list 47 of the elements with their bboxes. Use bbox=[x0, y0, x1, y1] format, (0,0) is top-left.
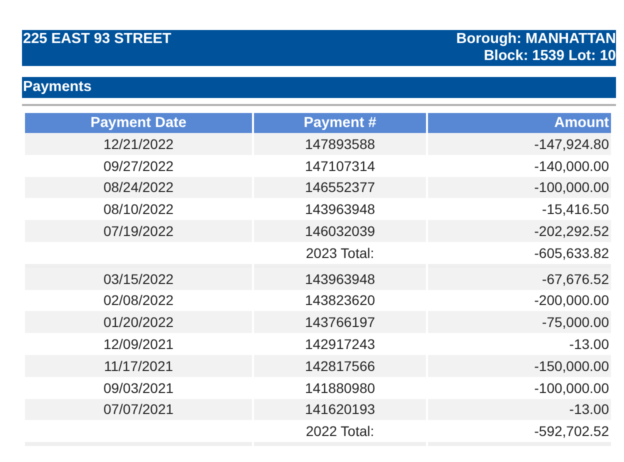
section-title: Payments bbox=[23, 79, 92, 95]
table-cell-text: 09/03/2021 bbox=[102, 378, 175, 398]
table-cell-text: -140,000.00 bbox=[533, 156, 610, 176]
table-cell: -100,000.00 bbox=[428, 176, 611, 198]
table-cell: 143963948 bbox=[254, 268, 426, 290]
table-cell: 07/07/2021 bbox=[25, 398, 252, 420]
table-cell: 08/24/2022 bbox=[25, 176, 252, 198]
table-cell-text: 08/10/2022 bbox=[102, 200, 175, 220]
table-cell: -147,924.80 bbox=[428, 133, 611, 155]
total-amount: -605,633.82 bbox=[533, 244, 610, 263]
table-cell: 07/19/2022 bbox=[25, 220, 252, 242]
table-cell: 146552377 bbox=[254, 176, 426, 198]
table-cell-text: 143823620 bbox=[304, 291, 376, 310]
table-cell: -13.00 bbox=[428, 398, 611, 420]
table-cell-text: -200,000.00 bbox=[533, 291, 610, 310]
table-cell: -75,000.00 bbox=[428, 311, 611, 334]
total-label: 2022 Total: bbox=[304, 422, 376, 442]
table-cell: 147893588 bbox=[254, 133, 426, 155]
table-cell-text: -15,416.50 bbox=[541, 200, 610, 220]
table-cell: 11/17/2021 bbox=[25, 354, 252, 377]
table-cell-text: 142917243 bbox=[304, 335, 376, 354]
table-cell: 143766197 bbox=[254, 311, 426, 334]
property-address: 225 EAST 93 STREET bbox=[23, 31, 172, 49]
table-cell-text: 143963948 bbox=[304, 200, 376, 220]
table-cell: 12/21/2022 bbox=[25, 133, 252, 155]
table-cell: -202,292.52 bbox=[428, 220, 611, 242]
table-cell: 01/20/2022 bbox=[25, 311, 252, 334]
column-header: Payment Date bbox=[25, 113, 252, 133]
block-lot-label: Block: 1539 Lot: 10 bbox=[484, 48, 616, 65]
table-cell: -150,000.00 bbox=[428, 354, 611, 377]
total-amount: -592,702.52 bbox=[533, 422, 610, 442]
column-header: Payment # bbox=[254, 113, 426, 133]
table-cell-text: 147107314 bbox=[304, 156, 376, 176]
table-cell-text: 12/09/2021 bbox=[102, 335, 175, 354]
table-cell-text: 09/27/2022 bbox=[102, 156, 175, 176]
table-cell-text: 02/08/2022 bbox=[102, 291, 175, 310]
table-cell: -67,676.52 bbox=[428, 268, 611, 290]
table-cell-text: -13.00 bbox=[568, 335, 610, 354]
table-cell-text: 141880980 bbox=[304, 378, 376, 398]
column-header: Amount bbox=[428, 113, 611, 133]
borough-label: Borough: MANHATTAN bbox=[456, 31, 616, 48]
table-cell: 03/15/2022 bbox=[25, 268, 252, 290]
table-cell: 142817566 bbox=[254, 354, 426, 377]
table-cell-text: -100,000.00 bbox=[533, 378, 610, 398]
table-cell: 141620193 bbox=[254, 398, 426, 420]
table-cell: 146032039 bbox=[254, 220, 426, 242]
total-label: 2023 Total: bbox=[304, 244, 376, 263]
